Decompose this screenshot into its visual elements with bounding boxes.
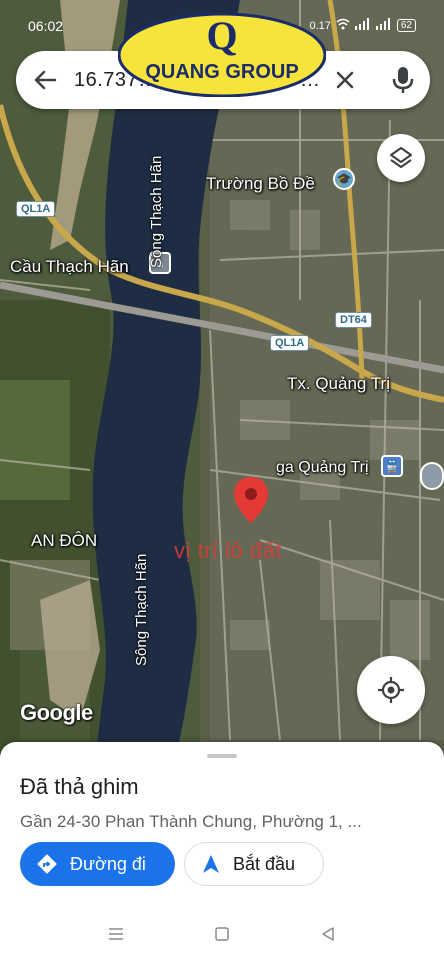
sheet-drag-handle[interactable] bbox=[207, 754, 237, 758]
start-navigation-button[interactable]: Bắt đầu bbox=[184, 842, 324, 886]
directions-button[interactable]: Đường đi bbox=[20, 842, 175, 886]
directions-icon bbox=[37, 854, 57, 874]
logo-text: QUANG GROUP bbox=[145, 61, 298, 83]
directions-label: Đường đi bbox=[70, 853, 146, 874]
lot-location-note: vị trí lô đất bbox=[174, 538, 282, 563]
google-attribution: Google bbox=[20, 700, 93, 725]
back-triangle-icon[interactable] bbox=[318, 924, 338, 944]
map-label-station[interactable]: ga Quảng Trị bbox=[276, 459, 369, 477]
route-shield-ql1a: QL1A bbox=[270, 335, 310, 351]
route-shield-dt64: DT64 bbox=[335, 312, 372, 328]
place-address: Gần 24-30 Phan Thành Chung, Phường 1, ..… bbox=[20, 812, 362, 831]
quang-group-logo: Q QUANG GROUP bbox=[118, 13, 326, 97]
route-shield-ql1a: QL1A bbox=[16, 201, 56, 217]
dropped-pin-icon[interactable] bbox=[233, 477, 269, 525]
battery-indicator: 62 bbox=[396, 19, 416, 32]
status-time: 06:02 bbox=[28, 18, 64, 34]
map-label-river-south: Sông Thạch Hãn bbox=[133, 553, 150, 666]
home-square-icon[interactable] bbox=[212, 924, 232, 944]
navigation-arrow-icon bbox=[203, 855, 219, 873]
signal-icon bbox=[375, 18, 392, 33]
map-label-village[interactable]: AN ĐÔN bbox=[31, 531, 97, 551]
layers-icon bbox=[390, 147, 412, 168]
map-label-school[interactable]: Trường Bồ Đề bbox=[206, 174, 315, 194]
map-view[interactable]: Trường Bồ Đề 🎓 Cầu Thạch Hãn ⌂ Tx. Quảng… bbox=[0, 0, 444, 760]
my-location-icon bbox=[378, 677, 404, 703]
layers-button[interactable] bbox=[377, 134, 425, 182]
signal-icon bbox=[354, 18, 371, 33]
logo-letter: Q bbox=[206, 13, 237, 58]
map-label-river-north: Sông Thạch Hãn bbox=[148, 155, 165, 268]
my-location-button[interactable] bbox=[357, 656, 425, 724]
map-label-bridge[interactable]: Cầu Thạch Hãn bbox=[10, 257, 129, 277]
map-label-town[interactable]: Tx. Quảng Trị bbox=[287, 374, 390, 394]
start-label: Bắt đầu bbox=[233, 853, 296, 874]
system-navigation-bar bbox=[0, 908, 444, 960]
close-icon[interactable] bbox=[330, 65, 360, 95]
place-title: Đã thả ghim bbox=[20, 774, 139, 799]
train-station-icon[interactable]: 🚆 bbox=[381, 455, 403, 477]
wifi-icon bbox=[336, 18, 350, 33]
microphone-icon[interactable] bbox=[388, 64, 418, 96]
place-marker-icon[interactable] bbox=[420, 462, 444, 490]
menu-icon[interactable] bbox=[106, 924, 126, 944]
school-poi-icon[interactable]: 🎓 bbox=[333, 168, 355, 190]
back-arrow-icon[interactable] bbox=[30, 65, 60, 95]
